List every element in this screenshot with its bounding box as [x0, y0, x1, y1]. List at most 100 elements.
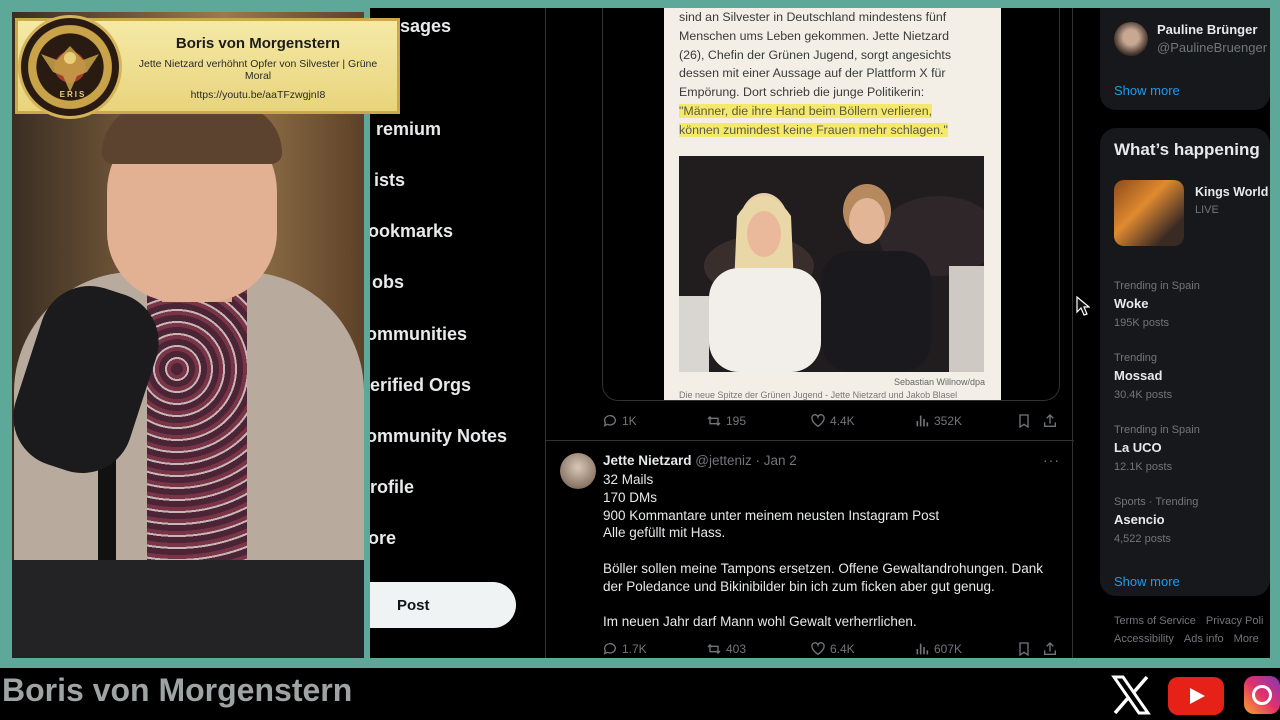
article-line: dessen mit einer Aussage auf der Plattfo…	[679, 66, 946, 81]
tweet-line	[603, 542, 1063, 560]
banner-subtitle: Jette Nietzard verhöhnt Opfer von Silves…	[138, 58, 378, 82]
x-logo-icon[interactable]	[1110, 674, 1152, 716]
trend-item[interactable]: Trending in Spain La UCO 12.1K posts	[1114, 424, 1270, 473]
post-button[interactable]: Post	[370, 582, 516, 628]
banner-url[interactable]: https://youtu.be/aaTFzwgjnI8	[128, 89, 388, 101]
repost-icon	[707, 416, 721, 426]
share-button[interactable]	[1042, 413, 1058, 429]
timeline: sind an Silvester in Deutschland mindest…	[545, 8, 1074, 658]
like-button[interactable]: 4.4K	[810, 413, 855, 429]
views-button[interactable]: 352K	[914, 413, 962, 429]
terms-link[interactable]: Terms of Service	[1114, 615, 1196, 627]
photo-caption: Die neue Spitze der Grünen Jugend - Jett…	[679, 390, 958, 400]
trend-count: 12.1K posts	[1114, 461, 1173, 473]
avatar[interactable]	[560, 453, 596, 489]
trend-name: Asencio	[1114, 512, 1165, 527]
repost-button[interactable]: 403	[706, 641, 746, 657]
reply-button[interactable]: 1.7K	[602, 641, 647, 657]
like-button[interactable]: 6.4K	[810, 641, 855, 657]
reply-count: 1K	[622, 414, 637, 428]
tweet-media[interactable]: sind an Silvester in Deutschland mindest…	[602, 8, 1060, 401]
banner-title: Boris von Morgenstern	[175, 35, 341, 52]
trend-item[interactable]: Trending in Spain Woke 195K posts	[1114, 280, 1270, 329]
reply-icon	[603, 415, 616, 427]
accessibility-link[interactable]: Accessibility	[1114, 633, 1174, 645]
nav-jobs[interactable]: obs	[372, 272, 404, 293]
nav-community-notes[interactable]: ommunity Notes	[370, 426, 507, 447]
show-more-link[interactable]: Show more	[1114, 83, 1180, 98]
suggested-user-name[interactable]: Pauline Brünger	[1157, 22, 1257, 37]
nav-verified-orgs[interactable]: erified Orgs	[370, 375, 471, 396]
trend-context: Trending in Spain	[1114, 280, 1200, 292]
tweet-header: Jette Nietzard @jetteniz · Jan 2	[603, 453, 797, 468]
bookmark-button[interactable]	[1016, 413, 1032, 429]
nav-profile[interactable]: rofile	[370, 477, 414, 498]
bookmark-icon	[1019, 642, 1029, 657]
reply-icon	[603, 643, 616, 655]
like-count: 6.4K	[830, 642, 855, 656]
seal-text: ERIS	[59, 90, 87, 99]
presenter-shirt	[147, 282, 247, 572]
trend-item[interactable]: Trending Mossad 30.4K posts	[1114, 352, 1270, 401]
photo-illustration	[679, 156, 984, 372]
tweet-line: 170 DMs	[603, 489, 658, 505]
nav-more[interactable]: ore	[370, 528, 396, 549]
live-event-thumbnail[interactable]	[1114, 180, 1184, 246]
tweet-line: Böller sollen meine Tampons ersetzen. Of…	[603, 560, 1044, 576]
author-handle[interactable]: @jetteniz	[695, 453, 751, 468]
instagram-icon[interactable]	[1244, 676, 1280, 714]
bookmark-button[interactable]	[1016, 641, 1032, 657]
tweet-actions: 1K 195 4.4K 352K	[602, 411, 1062, 431]
views-button[interactable]: 607K	[914, 641, 962, 657]
nav-bookmarks[interactable]: ookmarks	[370, 221, 453, 242]
tweet-line: Im neuen Jahr darf Mann wohl Gewalt verh…	[603, 614, 917, 630]
footer-more-link[interactable]: More	[1234, 633, 1259, 645]
x-twitter-screen: ssages remium ists ookmarks obs ommuniti…	[370, 8, 1270, 658]
avatar[interactable]	[1114, 22, 1148, 56]
tweet-actions: 1.7K 403 6.4K 607K	[602, 639, 1062, 658]
mic-stand	[98, 452, 116, 572]
whats-happening-card: What’s happening Kings World LIVE Trendi…	[1100, 128, 1270, 596]
article-line: sind an Silvester in Deutschland mindest…	[679, 10, 947, 24]
eagle-emblem-icon	[41, 46, 99, 92]
live-badge: LIVE	[1195, 204, 1219, 216]
trend-count: 4,522 posts	[1114, 533, 1171, 545]
privacy-link[interactable]: Privacy Poli	[1206, 615, 1263, 627]
share-button[interactable]	[1042, 641, 1058, 657]
tweet-date[interactable]: · Jan 2	[756, 453, 797, 468]
heart-icon	[811, 414, 825, 428]
bottom-bar: Boris von Morgenstern	[0, 668, 1280, 720]
live-event-title[interactable]: Kings World	[1195, 185, 1268, 199]
article-line: Menschen ums Leben gekommen. Jette Nietz…	[679, 28, 949, 43]
channel-seal-logo: ERIS	[18, 15, 122, 119]
tweet-line: 32 Mails	[603, 472, 654, 487]
author-name[interactable]: Jette Nietzard	[603, 453, 692, 468]
channel-name: Boris von Morgenstern	[2, 672, 353, 708]
more-options-icon[interactable]: ···	[1043, 452, 1060, 468]
photo-credit: Sebastian Willnow/dpa	[893, 377, 985, 387]
trend-context: Trending	[1114, 352, 1158, 364]
article-text: sind an Silvester in Deutschland mindest…	[679, 8, 979, 140]
tweet-line: 900 Kommantare unter meinem neusten Inst…	[603, 507, 940, 523]
suggested-user-handle[interactable]: @PaulineBruenger	[1157, 40, 1267, 55]
ads-info-link[interactable]: Ads info	[1184, 633, 1224, 645]
article-line: (26), Chefin der Grünen Jugend, sorgt an…	[679, 47, 952, 62]
article-photo	[679, 156, 984, 372]
youtube-icon[interactable]	[1168, 677, 1224, 715]
desk	[12, 560, 364, 658]
repost-count: 195	[726, 414, 747, 428]
nav-lists[interactable]: ists	[374, 170, 405, 191]
reply-count: 1.7K	[622, 642, 647, 656]
trend-name: Mossad	[1114, 368, 1163, 383]
show-more-link[interactable]: Show more	[1114, 574, 1180, 589]
nav-communities[interactable]: ommunities	[370, 324, 467, 345]
repost-icon	[707, 644, 721, 654]
repost-button[interactable]: 195	[706, 413, 746, 429]
nav-premium[interactable]: remium	[376, 119, 441, 140]
share-icon	[1044, 642, 1056, 655]
highlighted-quote: können zumindest keine Frauen mehr schla…	[679, 122, 948, 137]
reply-button[interactable]: 1K	[602, 413, 637, 429]
who-to-follow-card: Pauline Brünger @PaulineBruenger Show mo…	[1100, 8, 1270, 110]
trend-item[interactable]: Sports · Trending Asencio 4,522 posts	[1114, 496, 1270, 545]
article-screenshot: sind an Silvester in Deutschland mindest…	[664, 8, 1001, 400]
